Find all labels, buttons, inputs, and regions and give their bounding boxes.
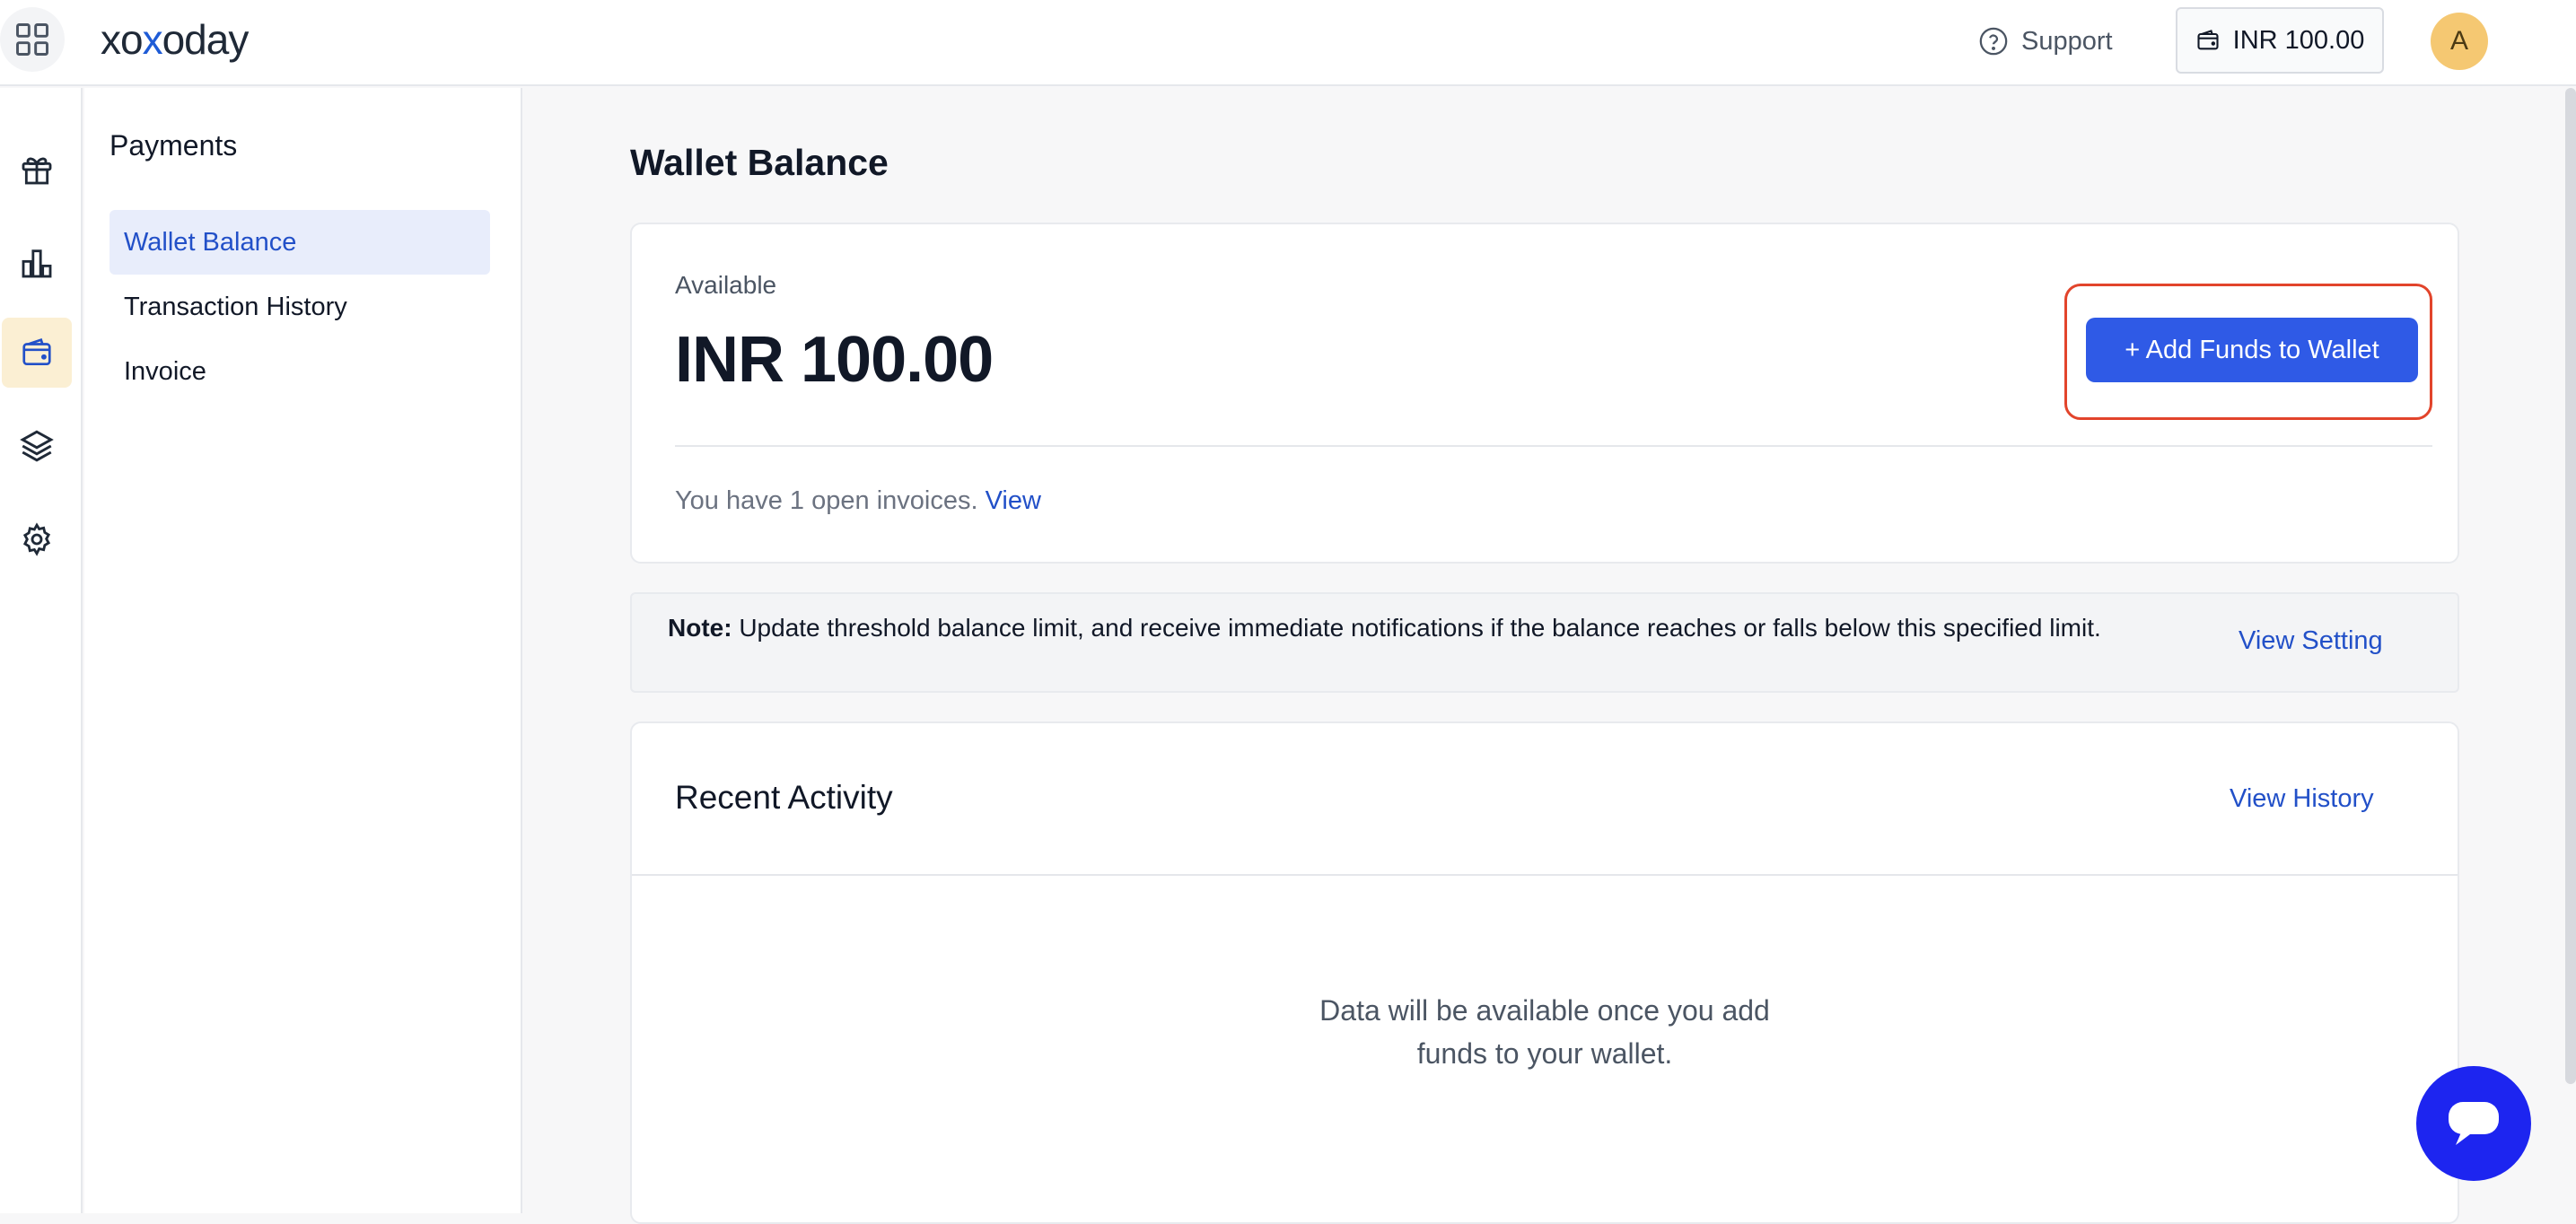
empty-state-line-1: Data will be available once you add	[1319, 994, 1770, 1027]
rail-item-rewards[interactable]	[2, 135, 72, 205]
chat-widget-button[interactable]	[2416, 1066, 2531, 1181]
support-link[interactable]: Support	[1978, 20, 2113, 63]
subnav-title: Payments	[110, 129, 238, 162]
wallet-balance-chip[interactable]: INR 100.00	[2176, 7, 2384, 74]
available-label: Available	[675, 271, 777, 299]
gift-icon	[22, 157, 52, 185]
note-text: Note: Update threshold balance limit, an…	[668, 610, 2122, 646]
open-invoices-text: You have 1 open invoices. View	[675, 486, 1041, 516]
recent-activity-title: Recent Activity	[675, 779, 893, 816]
view-invoices-link[interactable]: View	[986, 486, 1041, 515]
rail-item-catalog[interactable]	[2, 411, 72, 481]
avatar[interactable]: A	[2431, 13, 2488, 70]
add-funds-button[interactable]: + Add Funds to Wallet	[2086, 318, 2418, 382]
rail-item-settings[interactable]	[2, 504, 72, 574]
wallet-icon	[22, 338, 51, 366]
wallet-chip-amount: INR 100.00	[2232, 25, 2365, 55]
empty-state-line-2: funds to your wallet.	[1416, 1037, 1673, 1070]
help-circle-icon	[1979, 27, 2008, 56]
open-invoices-message: You have 1 open invoices.	[675, 486, 978, 515]
page-scrollbar[interactable]	[2565, 88, 2576, 1084]
layers-icon	[20, 430, 54, 462]
grid-icon	[16, 23, 48, 56]
view-history-link[interactable]: View History	[2230, 784, 2374, 814]
recent-activity-card: Recent Activity View History Data will b…	[630, 721, 2459, 1224]
available-amount: INR 100.00	[675, 324, 994, 396]
threshold-note: Note: Update threshold balance limit, an…	[630, 592, 2459, 693]
note-message: Update threshold balance limit, and rece…	[732, 614, 2101, 642]
activity-divider	[632, 874, 2458, 876]
page-title: Wallet Balance	[630, 142, 889, 183]
top-bar: xo x oday Support INR 100.00 A	[0, 0, 2576, 86]
bar-chart-icon	[22, 249, 52, 278]
empty-state-message: Data will be available once you add fund…	[632, 989, 2458, 1075]
app-switcher-button[interactable]	[0, 7, 65, 72]
chat-bubble-icon	[2449, 1102, 2499, 1145]
note-label: Note:	[668, 614, 732, 642]
balance-divider	[675, 445, 2432, 447]
rail-item-payments[interactable]	[2, 318, 72, 388]
view-setting-link[interactable]: View Setting	[2239, 626, 2383, 656]
xoxoday-logo[interactable]: xo x oday	[101, 14, 249, 65]
balance-card: Available INR 100.00 + Add Funds to Wall…	[630, 223, 2459, 564]
subnav-item-wallet-balance[interactable]: Wallet Balance	[110, 210, 490, 275]
payments-subnav: Payments Wallet Balance Transaction Hist…	[84, 88, 522, 1213]
subnav-item-invoice[interactable]: Invoice	[110, 339, 490, 404]
wallet-icon	[2197, 30, 2219, 50]
icon-rail	[0, 88, 83, 1213]
support-label: Support	[2021, 26, 2113, 56]
gear-icon	[22, 522, 51, 556]
rail-item-analytics[interactable]	[2, 228, 72, 298]
subnav-item-transaction-history[interactable]: Transaction History	[110, 275, 490, 339]
